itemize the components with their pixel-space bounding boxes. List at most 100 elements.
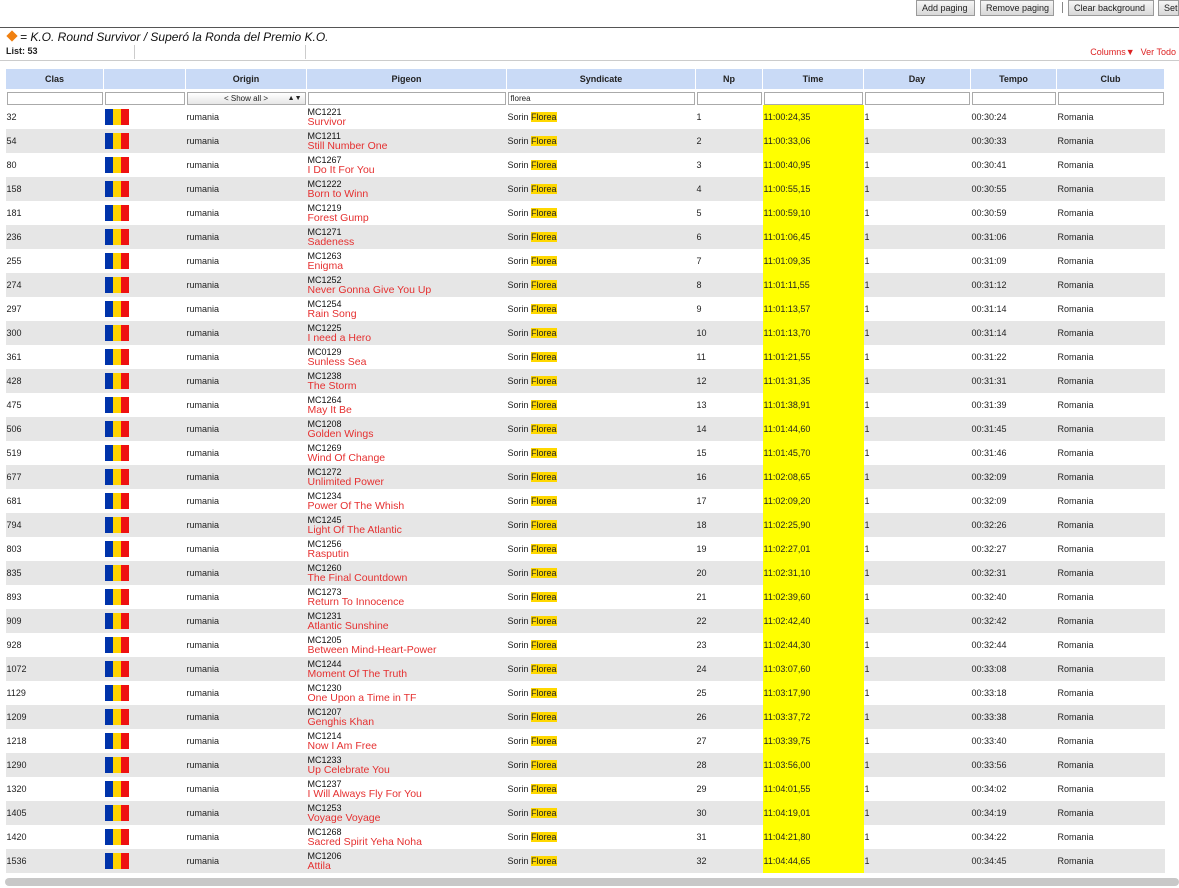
column-header-club[interactable]: Club xyxy=(1056,68,1165,90)
remove-paging-button[interactable]: Remove paging xyxy=(980,0,1054,16)
table-row[interactable]: 236 rumania MC1271 Sadeness Sorin Florea 6 11:… xyxy=(5,225,1165,249)
column-header-syndicate[interactable]: Syndicate xyxy=(506,68,696,90)
table-row[interactable]: 475 rumania MC1264 May It Be Sorin Florea 13 1… xyxy=(6,393,1165,417)
table-row[interactable]: 928 rumania MC1205 Between Mind-Heart-Power… xyxy=(6,633,1165,657)
filter-flag-input[interactable] xyxy=(104,91,185,105)
table-row[interactable]: 681 rumania MC1234 Power Of The Whish Sorin … xyxy=(6,489,1165,513)
syndicate-highlight: Florea xyxy=(531,352,557,362)
filter-pigeon-input[interactable] xyxy=(307,91,506,105)
clas-cell: 361 xyxy=(6,352,22,362)
table-row[interactable]: 519 rumania MC1269 Wind Of Change Sorin Flor… xyxy=(6,441,1165,465)
table-row[interactable]: 794 rumania MC1245 Light Of The Atlantic Sor… xyxy=(5,513,1165,537)
table-row[interactable]: 361 rumania MC0129 Sunless Sea Sorin Florea 1… xyxy=(6,345,1165,369)
table-row[interactable]: 1072 rumania MC1244 Moment Of The Truth Sori… xyxy=(5,657,1165,681)
table-row[interactable]: 32 rumania MC1221 Survivor Sorin Florea 1 11:0… xyxy=(6,105,1165,129)
time-cell: 11:01:38,91 xyxy=(762,393,864,417)
pigeon-name-link[interactable]: Sunless Sea xyxy=(308,356,506,368)
table-row[interactable]: 1420 rumania MC1268 Sacred Spirit Yeha Noha… xyxy=(6,825,1165,849)
filter-day-input[interactable] xyxy=(864,91,970,105)
column-header-np[interactable]: Np xyxy=(695,68,763,90)
column-header-time[interactable]: Time xyxy=(762,68,864,90)
syndicate-first-name: Sorin xyxy=(507,736,532,746)
table-row[interactable]: 1320 rumania MC1237 I Will Always Fly For Y… xyxy=(6,777,1165,801)
pigeon-name-link[interactable]: I need a Hero xyxy=(308,332,506,344)
table-row[interactable]: 893 rumania MC1273 Return To Innocence Sorin… xyxy=(6,585,1165,609)
column-header-day[interactable]: Day xyxy=(863,68,971,90)
pigeon-name-link[interactable]: Golden Wings xyxy=(308,428,506,440)
filter-club-input[interactable] xyxy=(1057,91,1164,105)
pigeon-name-link[interactable]: Now I Am Free xyxy=(308,740,506,752)
pigeon-name-link[interactable]: Wind Of Change xyxy=(308,452,506,464)
pigeon-name-link[interactable]: Up Celebrate You xyxy=(308,764,506,776)
table-row[interactable]: 1405 rumania MC1253 Voyage Voyage Sorin Flor… xyxy=(5,801,1165,825)
column-header-clas[interactable]: Clas xyxy=(5,68,104,90)
pigeon-name-link[interactable]: Voyage Voyage xyxy=(308,812,506,824)
table-row[interactable]: 255 rumania MC1263 Enigma Sorin Florea 7 11:01… xyxy=(6,249,1165,273)
romania-flag-icon xyxy=(104,205,129,221)
table-row[interactable]: 1218 rumania MC1214 Now I Am Free Sorin Flor… xyxy=(6,729,1165,753)
table-row[interactable]: 1129 rumania MC1230 One Upon a Time in TF So… xyxy=(6,681,1165,705)
pigeon-name-link[interactable]: Enigma xyxy=(308,260,506,272)
column-header-pigeon[interactable]: Pigeon xyxy=(306,68,507,90)
pigeon-name-link[interactable]: Rain Song xyxy=(308,308,506,320)
pigeon-name-link[interactable]: The Final Countdown xyxy=(308,572,506,584)
pigeon-name-link[interactable]: One Upon a Time in TF xyxy=(308,692,506,704)
pigeon-name-link[interactable]: Power Of The Whish xyxy=(308,500,506,512)
table-row[interactable]: 1290 rumania MC1233 Up Celebrate You Sorin F… xyxy=(5,753,1165,777)
table-row[interactable]: 677 rumania MC1272 Unlimited Power Sorin Flo… xyxy=(5,465,1165,489)
table-row[interactable]: 835 rumania MC1260 The Final Countdown Sorin… xyxy=(5,561,1165,585)
club-cell: Romania xyxy=(1056,657,1165,681)
pigeon-name-link[interactable]: Genghis Khan xyxy=(308,716,506,728)
pigeon-name-link[interactable]: Born to Winn xyxy=(308,188,506,200)
origin-cell: rumania xyxy=(185,753,307,777)
pigeon-name-link[interactable]: I Will Always Fly For You xyxy=(308,788,506,800)
filter-clas-input[interactable] xyxy=(6,91,103,105)
set-button[interactable]: Set xyxy=(1158,0,1179,16)
pigeon-name-link[interactable]: Atlantic Sunshine xyxy=(308,620,506,632)
pigeon-name-link[interactable]: Return To Innocence xyxy=(308,596,506,608)
filter-origin-select[interactable]: < Show all > ▲▼ xyxy=(186,91,306,105)
pigeon-name-link[interactable]: I Do It For You xyxy=(308,164,506,176)
pigeon-name-link[interactable]: Unlimited Power xyxy=(308,476,506,488)
table-row[interactable]: 803 rumania MC1256 Rasputin Sorin Florea 19 11… xyxy=(6,537,1165,561)
table-row[interactable]: 1209 rumania MC1207 Genghis Khan Sorin Flore… xyxy=(5,705,1165,729)
filter-time-input[interactable] xyxy=(763,91,863,105)
table-row[interactable]: 54 rumania MC1211 Still Number One Sorin Flo… xyxy=(5,129,1165,153)
table-row[interactable]: 158 rumania MC1222 Born to Winn Sorin Florea… xyxy=(5,177,1165,201)
pigeon-name-link[interactable]: Moment Of The Truth xyxy=(308,668,506,680)
table-row[interactable]: 428 rumania MC1238 The Storm Sorin Florea 12 1… xyxy=(5,369,1165,393)
pigeon-name-link[interactable]: Sacred Spirit Yeha Noha xyxy=(308,836,506,848)
table-row[interactable]: 506 rumania MC1208 Golden Wings Sorin Florea… xyxy=(5,417,1165,441)
pigeon-name-link[interactable]: The Storm xyxy=(308,380,506,392)
pigeon-name-link[interactable]: Forest Gump xyxy=(308,212,506,224)
flag-cell xyxy=(103,513,186,537)
horizontal-scrollbar[interactable] xyxy=(5,878,1179,886)
table-row[interactable]: 300 rumania MC1225 I need a Hero Sorin Flore… xyxy=(5,321,1165,345)
filter-np-input[interactable] xyxy=(696,91,762,105)
filter-syndicate-input[interactable]: florea xyxy=(507,91,695,105)
clas-cell: 1209 xyxy=(5,705,104,729)
pigeon-name-link[interactable]: Between Mind-Heart-Power xyxy=(308,644,506,656)
pigeon-name-link[interactable]: Still Number One xyxy=(308,140,506,152)
pigeon-name-link[interactable]: Light Of The Atlantic xyxy=(308,524,506,536)
romania-flag-icon xyxy=(104,253,129,269)
pigeon-name-link[interactable]: Never Gonna Give You Up xyxy=(308,284,506,296)
table-row[interactable]: 297 rumania MC1254 Rain Song Sorin Florea 9 11… xyxy=(6,297,1165,321)
column-header-origin[interactable]: Origin xyxy=(185,68,307,90)
filter-tempo-input[interactable] xyxy=(971,91,1056,105)
pigeon-name-link[interactable]: Attila xyxy=(308,860,506,872)
pigeon-name-link[interactable]: Rasputin xyxy=(308,548,506,560)
pigeon-name-link[interactable]: Survivor xyxy=(308,116,506,128)
table-row[interactable]: 181 rumania MC1219 Forest Gump Sorin Florea 5… xyxy=(6,201,1165,225)
column-header-tempo[interactable]: Tempo xyxy=(970,68,1057,90)
clear-background-button[interactable]: Clear background xyxy=(1068,0,1154,16)
ver-todo-link[interactable]: Ver Todo xyxy=(1141,47,1176,57)
pigeon-name-link[interactable]: May It Be xyxy=(308,404,506,416)
table-row[interactable]: 1536 rumania MC1206 Attila Sorin Florea 32 11:… xyxy=(5,849,1165,873)
table-row[interactable]: 909 rumania MC1231 Atlantic Sunshine Sorin F… xyxy=(5,609,1165,633)
add-paging-button[interactable]: Add paging xyxy=(916,0,975,16)
columns-link[interactable]: Columns▼ xyxy=(1090,47,1134,57)
table-row[interactable]: 80 rumania MC1267 I Do It For You Sorin Flor… xyxy=(6,153,1165,177)
pigeon-name-link[interactable]: Sadeness xyxy=(308,236,506,248)
table-row[interactable]: 274 rumania MC1252 Never Gonna Give You Up S… xyxy=(5,273,1165,297)
